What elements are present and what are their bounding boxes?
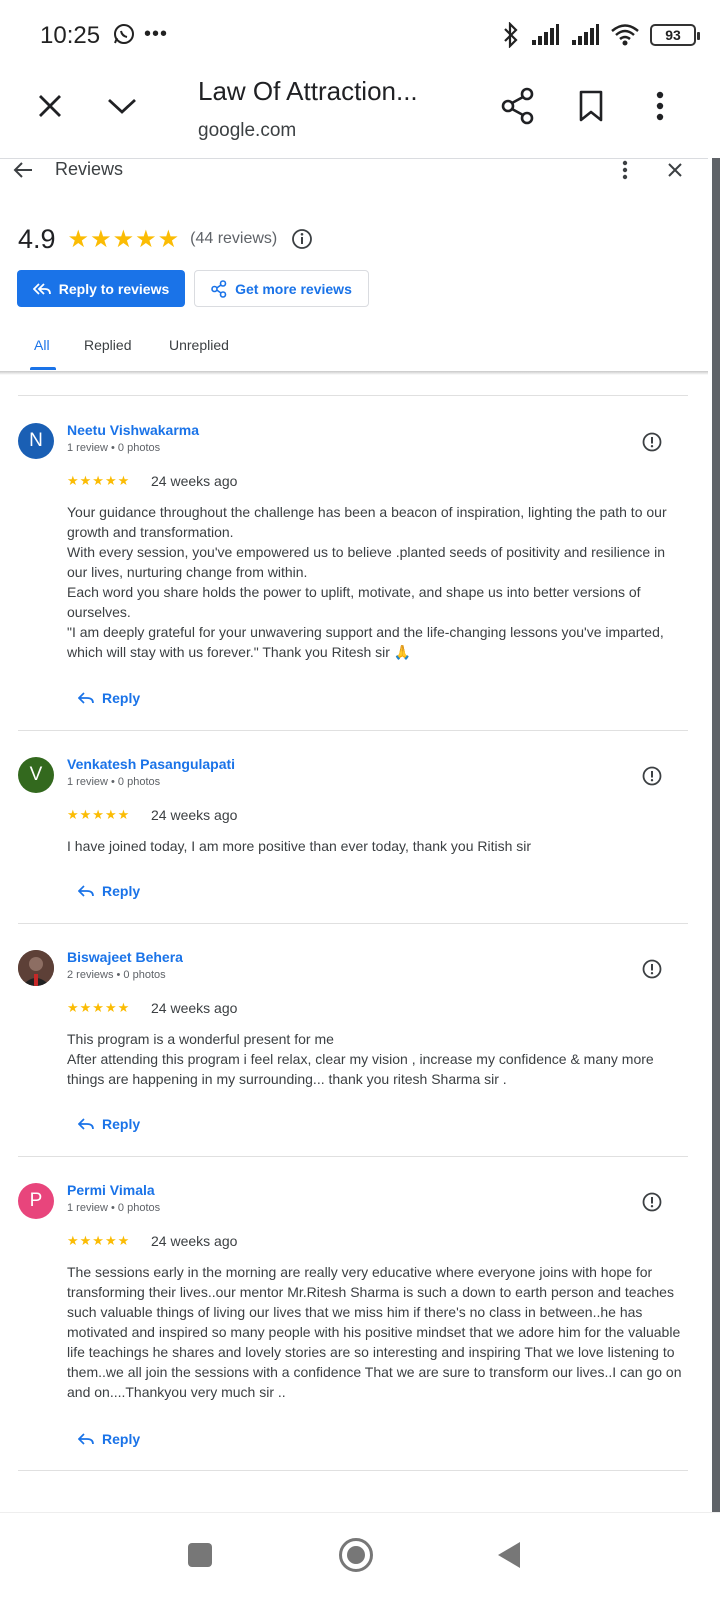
reviewer-name[interactable]: Neetu Vishwakarma xyxy=(67,422,199,438)
review-tabs: All Replied Unreplied xyxy=(0,329,708,373)
reply-label: Reply xyxy=(102,1431,141,1447)
back-arrow-icon[interactable] xyxy=(10,159,36,181)
reply-icon xyxy=(78,885,94,897)
more-notifications-icon: ••• xyxy=(144,22,169,45)
review-age: 24 weeks ago xyxy=(151,807,238,823)
tab-replied[interactable]: Replied xyxy=(84,337,131,353)
get-more-reviews-label: Get more reviews xyxy=(235,280,352,297)
wifi-icon xyxy=(611,24,639,46)
reviewer-name[interactable]: Venkatesh Pasangulapati xyxy=(67,756,235,772)
reply-button[interactable]: Reply xyxy=(78,1431,140,1447)
page-domain: google.com xyxy=(198,120,297,141)
review-stars: ★★★★★ xyxy=(67,1000,131,1015)
tab-unreplied[interactable]: Unreplied xyxy=(169,337,229,353)
review-stars: ★★★★★ xyxy=(67,473,131,488)
reply-button[interactable]: Reply xyxy=(78,690,140,706)
panel-more-icon[interactable] xyxy=(617,159,633,181)
reply-label: Reply xyxy=(102,883,141,899)
chevron-down-icon[interactable] xyxy=(104,90,140,122)
home-icon[interactable] xyxy=(338,1537,374,1573)
flag-icon[interactable] xyxy=(642,766,662,786)
reviewer-meta: 1 review • 0 photos xyxy=(67,1202,161,1214)
profile-photo xyxy=(18,950,54,986)
page-title: Law Of Attraction... xyxy=(198,76,418,106)
review-count: (44 reviews) xyxy=(190,230,278,247)
avatar[interactable]: N xyxy=(18,423,54,459)
avatar[interactable]: P xyxy=(18,1183,54,1219)
review-text: Your guidance throughout the challenge h… xyxy=(67,504,667,660)
tab-all[interactable]: All xyxy=(34,337,50,353)
reply-icon xyxy=(78,692,94,704)
more-vert-icon[interactable] xyxy=(650,88,670,124)
avatar[interactable]: V xyxy=(18,757,54,793)
share-small-icon xyxy=(211,279,227,298)
rating-summary: 4.9 ★★★★★ (44 reviews) xyxy=(18,221,313,257)
review-age: 24 weeks ago xyxy=(151,1000,238,1016)
review-age: 24 weeks ago xyxy=(151,1233,238,1249)
reply-button[interactable]: Reply xyxy=(78,883,140,899)
signal-icon-2 xyxy=(572,24,599,45)
reply-icon xyxy=(78,1433,94,1445)
recents-icon[interactable] xyxy=(186,1541,214,1569)
reply-button[interactable]: Reply xyxy=(78,1116,140,1132)
reply-to-reviews-button[interactable]: Reply to reviews xyxy=(17,270,185,307)
reply-label: Reply xyxy=(102,690,141,706)
flag-icon[interactable] xyxy=(642,959,662,979)
panel-close-icon[interactable] xyxy=(664,159,686,181)
review-text: The sessions early in the morning are re… xyxy=(67,1264,682,1400)
reply-all-icon xyxy=(32,282,51,295)
status-bar: 10:25 ••• 93 xyxy=(0,0,720,72)
reviewer-name[interactable]: Biswajeet Behera xyxy=(67,949,183,965)
review-stars: ★★★★★ xyxy=(67,807,131,822)
reply-to-reviews-label: Reply to reviews xyxy=(58,280,170,297)
signal-icon xyxy=(532,24,559,45)
info-icon[interactable] xyxy=(291,228,313,250)
status-time: 10:25 xyxy=(40,22,101,49)
review-text: This program is a wonderful present for … xyxy=(67,1031,654,1087)
panel-header: Reviews xyxy=(0,159,708,211)
reviewer-meta: 1 review • 0 photos xyxy=(67,776,161,788)
close-icon[interactable] xyxy=(34,90,66,122)
whatsapp-icon xyxy=(114,24,134,44)
reply-label: Reply xyxy=(102,1116,141,1132)
review-text: I have joined today, I am more positive … xyxy=(67,838,532,854)
flag-icon[interactable] xyxy=(642,432,662,452)
battery-indicator: 93 xyxy=(650,24,700,46)
share-icon[interactable] xyxy=(500,86,536,126)
get-more-reviews-button[interactable]: Get more reviews xyxy=(194,270,369,307)
reviewer-name[interactable]: Permi Vimala xyxy=(67,1182,155,1198)
bluetooth-icon xyxy=(504,22,518,48)
rating-stars: ★★★★★ xyxy=(67,225,181,253)
reply-icon xyxy=(78,1118,94,1130)
avatar[interactable] xyxy=(18,950,54,986)
flag-icon[interactable] xyxy=(642,1192,662,1212)
tab-active-indicator xyxy=(30,367,56,370)
panel-title: Reviews xyxy=(55,159,124,179)
review-age: 24 weeks ago xyxy=(151,473,238,489)
review-stars: ★★★★★ xyxy=(67,1233,131,1248)
bookmark-icon[interactable] xyxy=(576,88,606,124)
background-page-edge xyxy=(712,158,720,1512)
reviewer-meta: 1 review • 0 photos xyxy=(67,442,161,454)
navigation-bar xyxy=(0,1512,720,1600)
rating-value: 4.9 xyxy=(18,223,56,254)
reviewer-meta: 2 reviews • 0 photos xyxy=(67,969,166,981)
reviews-panel: Reviews 4.9 ★★★★★ (44 reviews) Reply to … xyxy=(0,158,708,1512)
back-icon[interactable] xyxy=(494,1539,524,1571)
